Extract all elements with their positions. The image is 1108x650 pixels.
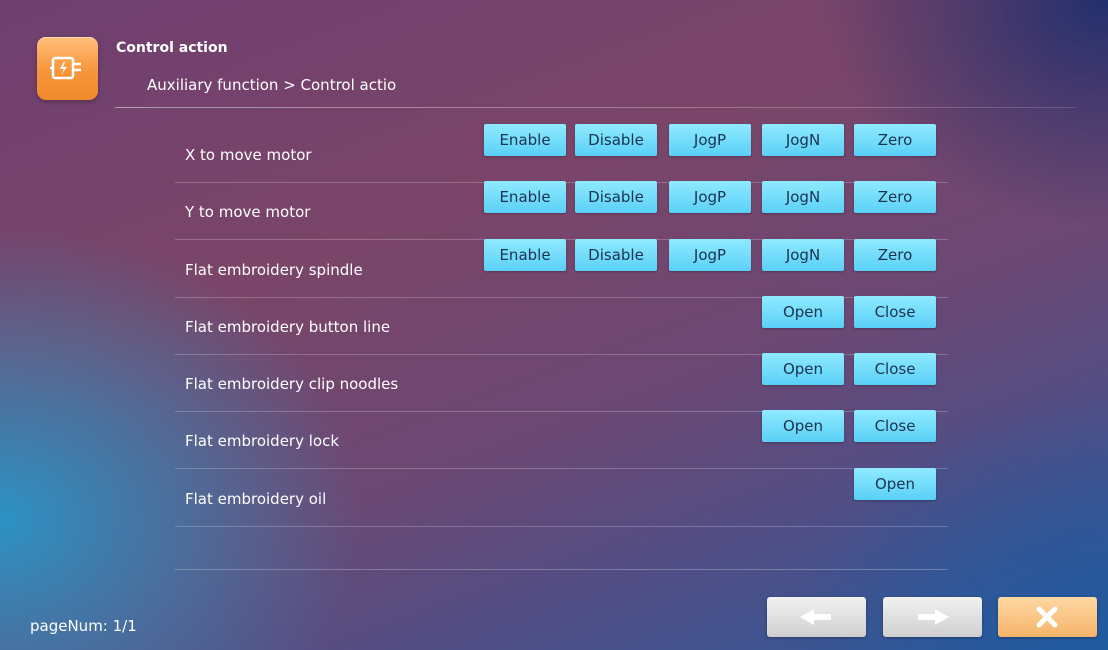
row-label: Flat embroidery oil (185, 490, 327, 508)
clip-noodles-close-button[interactable]: Close (854, 353, 936, 385)
spindle-jogp-button[interactable]: JogP (669, 239, 751, 271)
next-page-button[interactable] (883, 597, 982, 637)
control-row-spindle: Flat embroidery spindle Enable Disable J… (175, 239, 948, 298)
page-number: pageNum: 1/1 (30, 617, 137, 635)
row-label: Flat embroidery lock (185, 432, 340, 450)
spindle-enable-button[interactable]: Enable (484, 239, 566, 271)
button-line-close-button[interactable]: Close (854, 296, 936, 328)
oil-open-button[interactable]: Open (854, 468, 936, 500)
header-app-icon (37, 37, 98, 100)
spindle-disable-button[interactable]: Disable (575, 239, 657, 271)
x-motor-jogn-button[interactable]: JogN (762, 124, 844, 156)
control-row-oil: Flat embroidery oil Open (175, 468, 948, 527)
breadcrumb: Auxiliary function > Control actio (147, 76, 397, 94)
row-label: Y to move motor (185, 203, 311, 221)
clip-noodles-open-button[interactable]: Open (762, 353, 844, 385)
control-row-y-motor: Y to move motor Enable Disable JogP JogN… (175, 181, 948, 240)
x-motor-zero-button[interactable]: Zero (854, 124, 936, 156)
control-row-button-line: Flat embroidery button line Open Close (175, 296, 948, 355)
control-row-lock: Flat embroidery lock Open Close (175, 410, 948, 469)
close-x-icon (1036, 606, 1058, 628)
control-row-x-motor: X to move motor Enable Disable JogP JogN… (175, 124, 948, 183)
header-divider (115, 107, 1075, 108)
row-label: Flat embroidery button line (185, 318, 391, 336)
lock-close-button[interactable]: Close (854, 410, 936, 442)
control-row-clip-noodles: Flat embroidery clip noodles Open Close (175, 353, 948, 412)
x-motor-enable-button[interactable]: Enable (484, 124, 566, 156)
spindle-jogn-button[interactable]: JogN (762, 239, 844, 271)
row-label: X to move motor (185, 146, 312, 164)
y-motor-disable-button[interactable]: Disable (575, 181, 657, 213)
lock-open-button[interactable]: Open (762, 410, 844, 442)
y-motor-zero-button[interactable]: Zero (854, 181, 936, 213)
y-motor-enable-button[interactable]: Enable (484, 181, 566, 213)
close-button[interactable] (998, 597, 1097, 637)
row-label: Flat embroidery clip noodles (185, 375, 399, 393)
row-label: Flat embroidery spindle (185, 261, 363, 279)
arrow-left-icon (800, 609, 831, 625)
control-motor-icon (50, 56, 81, 80)
spindle-zero-button[interactable]: Zero (854, 239, 936, 271)
y-motor-jogn-button[interactable]: JogN (762, 181, 844, 213)
y-motor-jogp-button[interactable]: JogP (669, 181, 751, 213)
list-bottom-divider (175, 569, 948, 570)
x-motor-jogp-button[interactable]: JogP (669, 124, 751, 156)
arrow-right-icon (918, 609, 949, 625)
x-motor-disable-button[interactable]: Disable (575, 124, 657, 156)
button-line-open-button[interactable]: Open (762, 296, 844, 328)
prev-page-button[interactable] (767, 597, 866, 637)
page-title: Control action (116, 40, 228, 56)
